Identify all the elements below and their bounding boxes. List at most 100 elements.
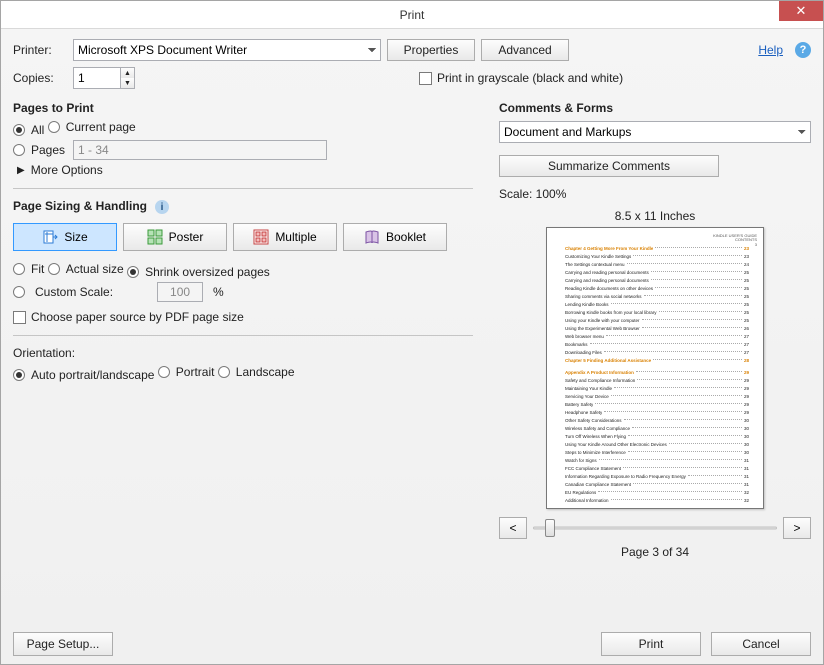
radio-shrink-label: Shrink oversized pages [145, 265, 270, 279]
toc-line: Customizing Your Kindle Settings23 [565, 254, 749, 262]
page-indicator: Page 3 of 34 [621, 545, 689, 559]
radio-fit-label: Fit [31, 262, 44, 276]
toc-line: Safety and Compliance Information29 [565, 378, 749, 386]
window-title: Print [1, 8, 823, 22]
tab-poster[interactable]: Poster [123, 223, 227, 251]
toc-line: FCC Compliance Statement31 [565, 466, 749, 474]
copies-down-icon[interactable]: ▼ [120, 78, 134, 88]
radio-icon [218, 366, 230, 378]
toc-line: Maintaining Your Kindle29 [565, 386, 749, 394]
radio-landscape[interactable]: Landscape [218, 362, 295, 382]
toc-line: Turn Off Wireless When Flying30 [565, 434, 749, 442]
radio-current[interactable]: Current page [48, 117, 136, 137]
custom-scale-input[interactable] [157, 282, 203, 302]
tab-multiple[interactable]: Multiple [233, 223, 337, 251]
choose-source-checkbox[interactable]: Choose paper source by PDF page size [13, 310, 244, 324]
dialog-body: Printer: Microsoft XPS Document Writer P… [1, 29, 823, 664]
info-icon[interactable]: i [155, 200, 169, 214]
radio-icon [48, 263, 60, 275]
copies-row: Copies: ▲ ▼ Print in grayscale (black an… [13, 67, 811, 89]
radio-current-label: Current page [66, 120, 136, 134]
grayscale-label: Print in grayscale (black and white) [437, 71, 623, 85]
radio-icon [48, 121, 60, 133]
toc-line: Web browser menu27 [565, 334, 749, 342]
radio-pages[interactable]: Pages [13, 140, 65, 160]
dialog-footer: Page Setup... Print Cancel [13, 622, 811, 656]
toc-line: Servicing Your Device29 [565, 394, 749, 402]
page-slider[interactable] [533, 517, 777, 539]
toc-line: Downloading Files27 [565, 350, 749, 358]
toc-line: Carrying and reading personal documents2… [565, 270, 749, 278]
slider-track [533, 527, 777, 530]
toc-line: Carrying and reading personal documents2… [565, 278, 749, 286]
properties-button[interactable]: Properties [387, 39, 475, 61]
toc-line: Reading Kindle documents on other device… [565, 286, 749, 294]
toc-line: Chapter 4 Getting More From Your Kindle2… [565, 246, 749, 254]
checkbox-icon [13, 311, 26, 324]
radio-landscape-label: Landscape [236, 365, 295, 379]
radio-all[interactable]: All [13, 120, 44, 140]
slider-thumb[interactable] [545, 519, 555, 537]
titlebar: Print ✕ [1, 1, 823, 29]
radio-fit[interactable]: Fit [13, 259, 44, 279]
toc-line: EU Regulations32 [565, 490, 749, 498]
copies-up-icon[interactable]: ▲ [120, 68, 134, 78]
radio-all-label: All [31, 123, 44, 137]
page-setup-button[interactable]: Page Setup... [13, 632, 113, 656]
printer-row: Printer: Microsoft XPS Document Writer P… [13, 39, 811, 61]
toc-line: Bookmarks27 [565, 342, 749, 350]
toc-line: Using your Kindle with your computer25 [565, 318, 749, 326]
radio-portrait[interactable]: Portrait [158, 362, 215, 382]
next-page-button[interactable]: > [783, 517, 811, 539]
print-preview: 8.5 x 11 Inches KINDLE USER'S GUIDE CONT… [499, 209, 811, 622]
radio-actual-label: Actual size [66, 262, 124, 276]
toc-line: Borrowing Kindle books from your local l… [565, 310, 749, 318]
toc-line: Battery Safety29 [565, 402, 749, 410]
toc-line: Information Regarding Exposure to Radio … [565, 474, 749, 482]
toc-line: Other Safety Considerations30 [565, 418, 749, 426]
radio-custom-label: Custom Scale: [35, 285, 113, 299]
toc-line: Sharing comments via social networks25 [565, 294, 749, 302]
toc-line: Watch for Signs31 [565, 458, 749, 466]
close-button[interactable]: ✕ [779, 1, 823, 21]
tab-size[interactable]: Size [13, 223, 117, 251]
help-icon[interactable]: ? [795, 42, 811, 58]
printer-label: Printer: [13, 43, 67, 57]
radio-custom-scale[interactable]: Custom Scale: % [13, 282, 224, 302]
comments-select[interactable]: Document and Markups [499, 121, 811, 143]
toc-line: Headphone Safety29 [565, 410, 749, 418]
more-options-expander[interactable]: ▶ More Options [17, 160, 473, 180]
toc-line: Lending Kindle Books25 [565, 302, 749, 310]
tab-booklet[interactable]: Booklet [343, 223, 447, 251]
radio-auto-label: Auto portrait/landscape [31, 368, 154, 382]
summarize-comments-button[interactable]: Summarize Comments [499, 155, 719, 177]
prev-page-button[interactable]: < [499, 517, 527, 539]
page-sizing-section: Page Sizing & Handling i Size [13, 199, 473, 336]
choose-source-label: Choose paper source by PDF page size [31, 310, 244, 324]
multiple-icon [253, 229, 269, 245]
tab-size-label: Size [64, 230, 87, 244]
orientation-section: Orientation: Auto portrait/landscape Por… [13, 346, 473, 385]
toc-line: Wireless Safety and Compliance30 [565, 426, 749, 434]
radio-icon [13, 286, 25, 298]
toc-line: Additional Information32 [565, 498, 749, 506]
advanced-button[interactable]: Advanced [481, 39, 569, 61]
pages-range-input[interactable] [73, 140, 327, 160]
radio-icon [13, 124, 25, 136]
grayscale-checkbox[interactable]: Print in grayscale (black and white) [419, 71, 623, 85]
print-button[interactable]: Print [601, 632, 701, 656]
copies-input[interactable] [74, 68, 120, 88]
preview-page: KINDLE USER'S GUIDE CONTENTS 3 Chapter 4… [546, 227, 764, 509]
poster-icon [147, 229, 163, 245]
help-link[interactable]: Help [758, 43, 783, 57]
radio-shrink[interactable]: Shrink oversized pages [127, 262, 270, 282]
comments-heading: Comments & Forms [499, 101, 811, 115]
cancel-button[interactable]: Cancel [711, 632, 811, 656]
radio-actual[interactable]: Actual size [48, 259, 124, 279]
radio-portrait-label: Portrait [176, 365, 215, 379]
printer-select[interactable]: Microsoft XPS Document Writer [73, 39, 381, 61]
radio-auto-orientation[interactable]: Auto portrait/landscape [13, 365, 154, 385]
copies-spinner[interactable]: ▲ ▼ [73, 67, 135, 89]
tab-multiple-label: Multiple [275, 230, 316, 244]
radio-icon [13, 263, 25, 275]
